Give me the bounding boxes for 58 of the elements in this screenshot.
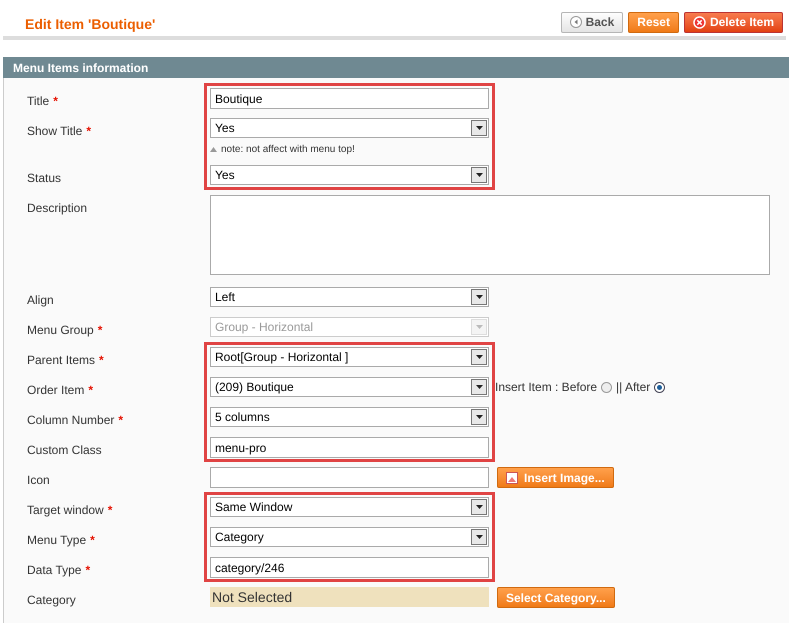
field-label: Description	[27, 201, 88, 215]
field-label: Menu Group	[27, 323, 94, 337]
dropdown-arrow-icon	[476, 505, 482, 509]
dropdown[interactable]: Left	[210, 287, 489, 307]
field-label: Custom Class	[27, 443, 102, 457]
text-field[interactable]: menu-pro	[210, 437, 489, 458]
dropdown-arrow-icon	[476, 295, 482, 299]
dropdown-arrow-icon	[476, 173, 482, 177]
field-label: Parent Items	[27, 353, 96, 367]
required-mark: *	[88, 383, 94, 397]
text-field[interactable]	[210, 467, 489, 488]
dropdown-arrow-icon	[476, 535, 482, 539]
field-label: Icon	[27, 473, 50, 487]
required-mark: *	[53, 94, 58, 108]
field-label: Category	[27, 593, 76, 607]
section-title: Menu Items information	[13, 60, 148, 76]
dropdown[interactable]: Yes	[210, 118, 489, 138]
dropdown[interactable]: Yes	[210, 165, 489, 185]
field-label: Title	[27, 94, 50, 108]
page-title: Edit Item 'Boutique'	[25, 14, 156, 34]
required-mark: *	[86, 124, 92, 138]
category-value: Not Selected	[210, 587, 489, 607]
required-mark: *	[118, 413, 124, 427]
radio-button[interactable]	[654, 382, 666, 392]
field-label: Status	[27, 171, 62, 185]
dropdown-arrow-icon	[476, 385, 482, 389]
required-mark: *	[108, 503, 112, 517]
dropdown[interactable]: 5 columns	[210, 407, 489, 427]
dropdown[interactable]: Root[Group - Horizontal ]	[210, 347, 489, 367]
image-icon	[506, 472, 518, 484]
field-label: Menu Type	[27, 533, 86, 547]
description-field[interactable]	[210, 195, 770, 275]
field-label: Column Number	[27, 413, 114, 427]
dropdown[interactable]: Category	[210, 527, 489, 547]
field-label: Show Title	[27, 124, 82, 138]
dropdown-arrow-icon	[476, 325, 482, 329]
back-button[interactable]: Back	[560, 12, 624, 32]
field-label: Align	[27, 293, 54, 307]
dropdown[interactable]: Same Window	[210, 497, 489, 517]
required-mark: *	[85, 563, 90, 577]
up-triangle-icon	[210, 146, 217, 152]
dropdown-arrow-icon	[476, 126, 482, 130]
required-mark: *	[98, 323, 102, 337]
insert-item-label: Insert Item : Before	[495, 379, 598, 396]
dropdown[interactable]: (209) Boutique	[210, 377, 489, 397]
field-label: Data Type	[27, 563, 82, 577]
radio-button[interactable]	[601, 382, 612, 392]
text-field[interactable]: category/246	[210, 557, 489, 578]
text-field[interactable]: Boutique	[210, 88, 489, 109]
field-note: note: not affect with menu top!	[221, 142, 355, 156]
dropdown-arrow-icon	[476, 415, 482, 419]
field-label: Order Item	[27, 383, 84, 397]
dropdown-arrow-icon	[476, 355, 482, 359]
radio-label: || After	[616, 379, 650, 396]
required-mark: *	[90, 533, 95, 547]
field-label: Target window	[27, 503, 104, 517]
cancel-icon	[692, 16, 706, 28]
required-mark: *	[99, 353, 104, 367]
